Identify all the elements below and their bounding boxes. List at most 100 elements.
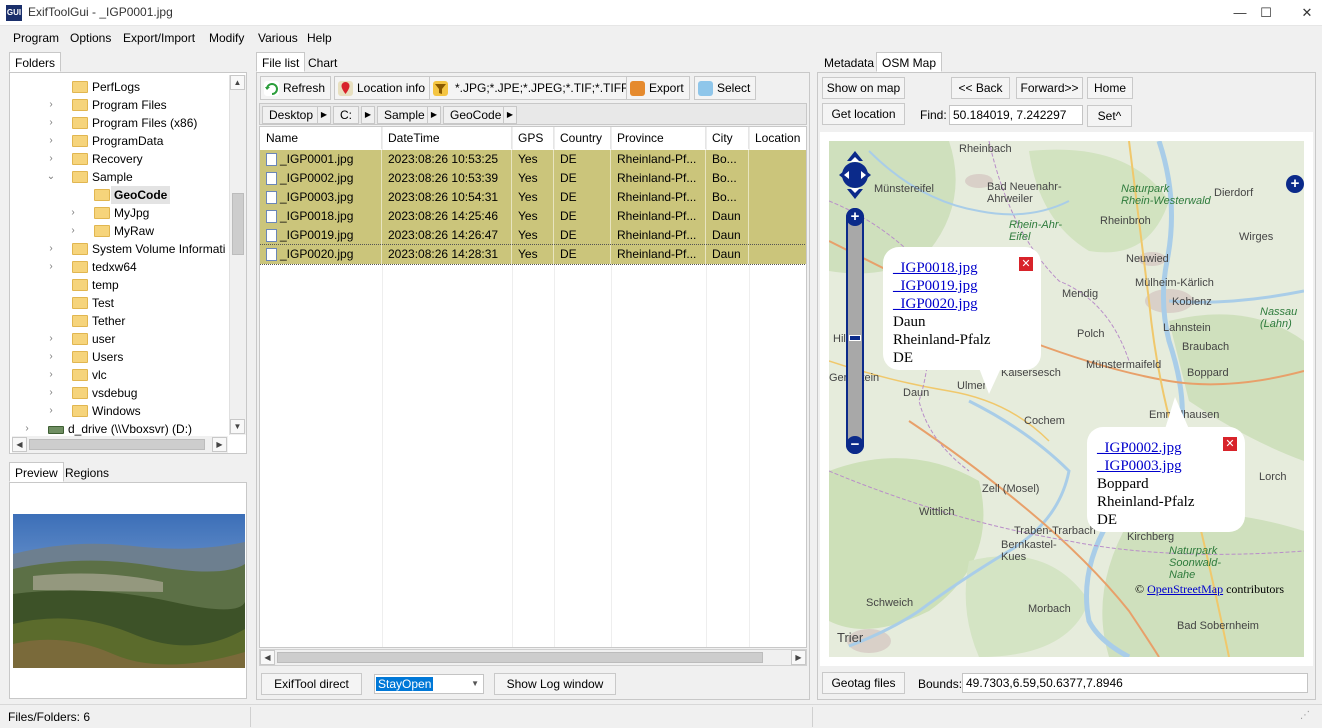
popup-link[interactable]: _IGP0018.jpg [893,259,1031,277]
export-button[interactable]: Export [626,76,690,100]
scroll-right-icon[interactable]: ▶ [212,437,227,452]
col-name[interactable]: Name [260,127,382,149]
menu-various[interactable]: Various [258,31,298,45]
tab-chart[interactable]: Chart [302,52,343,72]
chevron-right-icon[interactable]: ▶ [503,106,517,124]
menu-modify[interactable]: Modify [209,31,244,45]
exiftool-direct-button[interactable]: ExifTool direct [261,673,362,695]
chevron-right-icon[interactable]: › [46,384,56,402]
zoom-slider-handle[interactable] [849,335,861,341]
chevron-right-icon[interactable]: ▶ [361,106,375,124]
stayopen-select[interactable]: StayOpen ▼ [374,674,484,694]
chevron-right-icon[interactable]: ▶ [317,106,331,124]
minimize-button[interactable]: — [1229,3,1251,23]
table-row[interactable]: _IGP0003.jpg 2023:08:26 10:54:31 Yes DE Rhei… [260,188,806,207]
get-location-button[interactable]: Get location [822,103,905,125]
tree-hscroll[interactable]: ◀ ▶ [12,436,228,453]
tree-item[interactable]: › Program Files [10,96,225,114]
tree-item[interactable]: temp [10,276,225,294]
show-on-map-button[interactable]: Show on map [822,77,905,99]
tree-item[interactable]: › MyJpg [10,204,225,222]
zoom-slider[interactable]: + − [846,208,864,454]
tree-item[interactable]: ⌄ Sample [10,168,225,186]
breadcrumb-geocode[interactable]: GeoCode [443,106,509,124]
chevron-right-icon[interactable]: › [68,204,78,222]
breadcrumb-desktop[interactable]: Desktop [262,106,321,124]
forward-button[interactable]: Forward>> [1016,77,1083,99]
tree-item[interactable]: › Program Files (x86) [10,114,225,132]
chevron-right-icon[interactable]: › [46,240,56,258]
popup-link[interactable]: _IGP0020.jpg [893,295,1031,313]
chevron-right-icon[interactable]: › [46,402,56,420]
tree-item[interactable]: › tedxw64 [10,258,225,276]
table-row[interactable]: _IGP0001.jpg 2023:08:26 10:53:25 Yes DE Rhei… [260,150,806,169]
layer-switcher-icon[interactable]: + [1286,175,1304,193]
table-row[interactable]: _IGP0002.jpg 2023:08:26 10:53:39 Yes DE Rhei… [260,169,806,188]
scroll-up-icon[interactable]: ▲ [230,75,245,90]
show-log-button[interactable]: Show Log window [494,673,616,695]
chevron-right-icon[interactable]: › [46,96,56,114]
tab-preview[interactable]: Preview [9,462,64,482]
tree-item[interactable]: PerfLogs [10,78,225,96]
find-input[interactable]: 50.184019, 7.242297 [949,105,1083,125]
scroll-left-icon[interactable]: ◀ [12,437,27,452]
scroll-left-icon[interactable]: ◀ [260,650,275,665]
menu-program[interactable]: Program [13,31,59,45]
refresh-button[interactable]: Refresh [260,76,332,100]
col-gps[interactable]: GPS [512,127,554,149]
breadcrumb-c[interactable]: C: [333,106,359,124]
tree-item[interactable]: › Users [10,348,225,366]
tab-folders[interactable]: Folders [9,52,62,72]
tree-item[interactable]: › System Volume Informati [10,240,225,258]
chevron-right-icon[interactable]: › [46,330,56,348]
resize-grip-icon[interactable]: ⋰ [1300,710,1310,721]
select-button[interactable]: Select [694,76,757,100]
popup-link[interactable]: _IGP0002.jpg [1097,439,1235,457]
osm-map[interactable]: Rheinbach Münstereifel Bad Neuenahr- Ahrwe… [829,141,1304,657]
chevron-right-icon[interactable]: › [46,132,56,150]
tree-item[interactable]: › ProgramData [10,132,225,150]
tree-item[interactable]: › vsdebug [10,384,225,402]
col-city[interactable]: City [706,127,749,149]
set-button[interactable]: Set^ [1087,105,1132,127]
menu-options[interactable]: Options [70,31,111,45]
close-button[interactable]: ✕ [1296,3,1318,23]
bounds-input[interactable]: 49.7303,6.59,50.6377,7.8946 [962,673,1308,693]
filter-button[interactable]: *.JPG;*.JPE;*.JPEG;*.TIF;*.TIFF [429,76,635,100]
tree-hscroll-thumb[interactable] [29,439,205,450]
chevron-right-icon[interactable]: › [46,366,56,384]
table-row[interactable]: _IGP0020.jpg 2023:08:26 14:28:31 Yes DE Rhei… [260,244,806,265]
scroll-down-icon[interactable]: ▼ [230,419,245,434]
table-row[interactable]: _IGP0019.jpg 2023:08:26 14:26:47 Yes DE Rhei… [260,226,806,245]
tree-item[interactable]: › MyRaw [10,222,225,240]
geotag-files-button[interactable]: Geotag files [822,672,905,694]
tree-item[interactable]: › vlc [10,366,225,384]
tree-item[interactable]: Tether [10,312,225,330]
table-row[interactable]: _IGP0018.jpg 2023:08:26 14:25:46 Yes DE Rhei… [260,207,806,226]
close-icon[interactable]: ✕ [1019,257,1033,271]
col-datetime[interactable]: DateTime [382,127,512,149]
tree-item[interactable]: › Recovery [10,150,225,168]
home-button[interactable]: Home [1087,77,1133,99]
zoom-in-icon[interactable]: + [846,208,864,226]
table-hscroll-thumb[interactable] [277,652,763,663]
menu-export-import[interactable]: Export/Import [123,31,195,45]
chevron-right-icon[interactable]: › [46,258,56,276]
popup-link[interactable]: _IGP0003.jpg [1097,457,1235,475]
chevron-right-icon[interactable]: › [46,150,56,168]
popup-link[interactable]: _IGP0019.jpg [893,277,1031,295]
table-hscroll[interactable]: ◀ ▶ [259,649,807,666]
scroll-right-icon[interactable]: ▶ [791,650,806,665]
close-icon[interactable]: ✕ [1223,437,1237,451]
maximize-button[interactable]: ☐ [1255,3,1277,23]
back-button[interactable]: << Back [951,77,1010,99]
chevron-right-icon[interactable]: › [46,114,56,132]
col-province[interactable]: Province [611,127,706,149]
map-pan-control[interactable] [839,149,871,201]
tab-regions[interactable]: Regions [59,462,115,482]
tree-item[interactable]: › user [10,330,225,348]
attribution-link[interactable]: OpenStreetMap [1147,582,1223,596]
chevron-right-icon[interactable]: › [68,222,78,240]
col-location[interactable]: Location [749,127,806,149]
zoom-out-icon[interactable]: − [846,436,864,454]
